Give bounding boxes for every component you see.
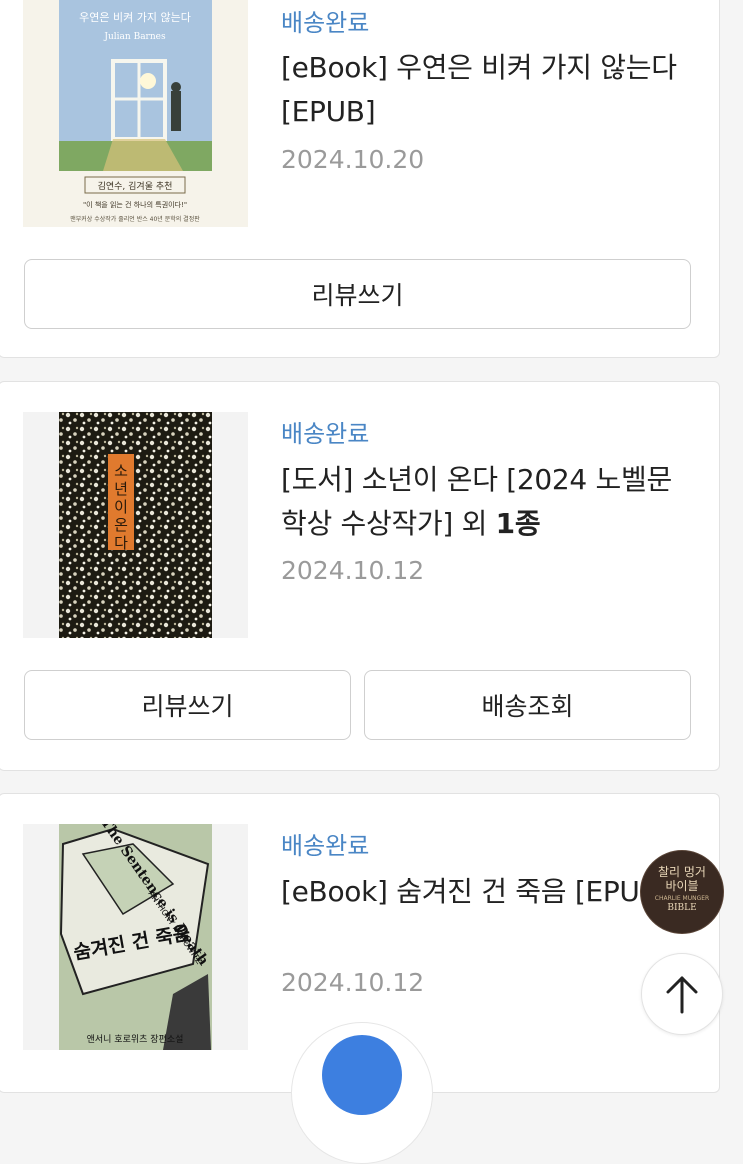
book-cover[interactable]: The Sentence is Death ANTHONY HOROWITZ 숨… (23, 824, 248, 1050)
order-card: 우연은 비켜 가지 않는다 Julian Barnes 김연수, 김겨울 추천 … (0, 0, 720, 358)
scroll-top-button[interactable] (641, 953, 723, 1035)
cover-author-text: Julian Barnes (103, 32, 166, 42)
book-cover-image: The Sentence is Death ANTHONY HOROWITZ 숨… (23, 824, 248, 1050)
cover-title-char: 이 (114, 498, 128, 516)
book-cover-image: 소 년 이 온 다 (23, 412, 248, 638)
extra-item-count: 1종 (495, 507, 541, 540)
ad-en2: BIBLE (667, 903, 697, 913)
write-review-button[interactable]: 리뷰쓰기 (24, 259, 691, 329)
action-button-partial[interactable] (291, 1022, 433, 1164)
product-title[interactable]: [eBook] 우연은 비켜 가지 않는다 [EPUB] (281, 46, 691, 134)
cover-title-char: 소 (114, 462, 128, 480)
ad-line1: 찰리 멍거 (658, 865, 706, 879)
cover-title-char: 다 (114, 534, 128, 552)
order-card: The Sentence is Death ANTHONY HOROWITZ 숨… (0, 793, 720, 1164)
order-date: 2024.10.12 (281, 968, 425, 997)
cover-bottom-text: 맨부커상 수상작가 줄리언 반스 40년 문학의 결정판 (70, 215, 200, 223)
ad-en: CHARLIE MUNGER (654, 895, 710, 902)
product-title[interactable]: [도서] 소년이 온다 [2024 노벨문학상 수상작가] 외 1종 (281, 458, 691, 546)
delivery-status: 배송완료 (281, 832, 370, 860)
delivery-status: 배송완료 (281, 9, 370, 37)
cover-quote-text: "이 책을 읽는 건 하나의 특권이다!" (83, 200, 187, 209)
ad-line2: 바이블 (665, 879, 699, 893)
book-cover-image: 우연은 비켜 가지 않는다 Julian Barnes 김연수, 김겨울 추천 … (23, 0, 248, 227)
track-delivery-button[interactable]: 배송조회 (364, 670, 691, 740)
action-button-core (322, 1035, 402, 1115)
order-date: 2024.10.12 (281, 556, 425, 585)
cover-title-char: 온 (114, 516, 128, 534)
floating-book-ad[interactable]: 찰리 멍거 바이블 CHARLIE MUNGER BIBLE (640, 850, 724, 934)
cover-title-text: 우연은 비켜 가지 않는다 (79, 11, 191, 24)
book-cover[interactable]: 소 년 이 온 다 (23, 412, 248, 638)
book-cover[interactable]: 우연은 비켜 가지 않는다 Julian Barnes 김연수, 김겨울 추천 … (23, 0, 248, 227)
write-review-button[interactable]: 리뷰쓰기 (24, 670, 351, 740)
order-date: 2024.10.20 (281, 145, 425, 174)
cover-title-char: 년 (114, 480, 128, 498)
arrow-up-icon (666, 976, 698, 1014)
cover-recommend-text: 김연수, 김겨울 추천 (98, 180, 173, 192)
product-title[interactable]: [eBook] 숨겨진 건 죽음 [EPUB] (281, 870, 671, 914)
product-title-text: [도서] 소년이 온다 [2024 노벨문학상 수상작가] 외 (281, 463, 672, 540)
cover-bottom-text: 앤서니 호로위츠 장편소설 (87, 1033, 184, 1045)
delivery-status: 배송완료 (281, 420, 370, 448)
order-card: 소 년 이 온 다 배송완료 [도서] 소년이 온다 [2024 노벨문학상 수… (0, 381, 720, 771)
